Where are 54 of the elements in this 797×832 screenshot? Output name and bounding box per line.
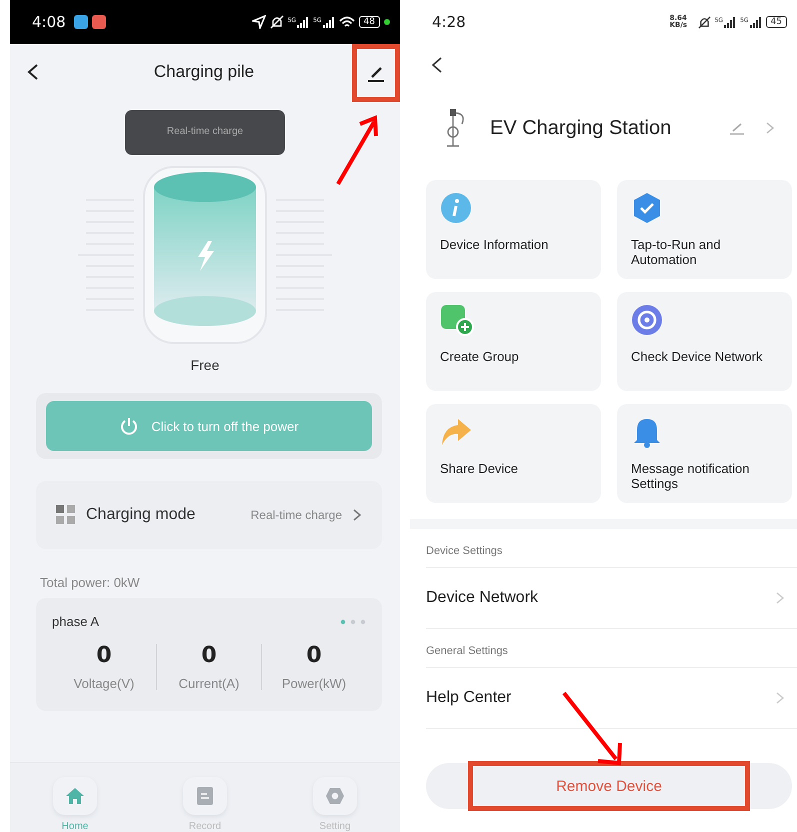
reading-label: Power(kW)	[282, 676, 346, 691]
phase-title: phase A	[52, 614, 99, 629]
signal-icon	[297, 16, 310, 28]
add-group-icon	[440, 304, 474, 336]
home-icon	[65, 787, 85, 805]
section-title: Device Settings	[426, 529, 797, 568]
reading-label: Voltage(V)	[74, 676, 134, 691]
chevron-right-icon	[352, 508, 362, 522]
chevron-right-icon	[775, 591, 785, 605]
app-icon	[74, 15, 88, 29]
settings-icon	[325, 786, 345, 806]
settings-row[interactable]: Help Center	[426, 668, 797, 729]
location-icon	[252, 15, 266, 29]
signal-icon	[724, 16, 736, 28]
page-title: Charging pile	[152, 62, 256, 82]
info-icon	[440, 192, 472, 224]
document-icon	[196, 786, 214, 806]
wifi-icon	[338, 16, 355, 28]
back-icon[interactable]	[26, 63, 40, 81]
settings-row[interactable]: Device Network	[426, 568, 797, 629]
network-icon	[631, 304, 663, 336]
menu-tile[interactable]: Tap-to-Run and Automation	[617, 180, 792, 279]
device-name: EV Charging Station	[490, 116, 672, 140]
tooltip: Real-time charge	[125, 110, 285, 155]
reading-value: 0	[96, 643, 112, 668]
status-time: 4:08	[32, 13, 66, 31]
battery-level: 45	[766, 16, 787, 28]
reading-label: Current(A)	[178, 676, 240, 691]
grid-icon	[56, 505, 76, 525]
battery-level: 48	[358, 16, 380, 28]
charger-status: Free	[190, 357, 220, 373]
charging-mode-row[interactable]: Charging mode Real-time charge	[36, 481, 382, 549]
muted-bell-icon	[270, 15, 284, 29]
checkmark-badge-icon	[631, 192, 663, 224]
reading-value: 0	[201, 643, 217, 668]
menu-tile[interactable]: Create Group	[426, 292, 601, 391]
indicator-dot	[384, 19, 390, 25]
menu-tile[interactable]: Share Device	[426, 404, 601, 503]
menu-tile[interactable]: Check Device Network	[617, 292, 792, 391]
signal-icon	[322, 16, 335, 28]
menu-tile[interactable]: Device Information	[426, 180, 601, 279]
menu-tile[interactable]: Message notification Settings	[617, 404, 792, 503]
muted-bell-icon	[698, 16, 711, 28]
back-icon[interactable]	[430, 56, 444, 74]
charging-mode-value: Real-time charge	[250, 508, 342, 522]
chevron-right-icon	[775, 691, 785, 705]
total-power: Total power: 0kW	[40, 575, 141, 590]
power-icon	[119, 416, 140, 436]
reading-value: 0	[306, 643, 322, 668]
status-time: 4:28	[432, 13, 466, 31]
charging-mode-label: Charging mode	[86, 506, 196, 524]
app-icon	[92, 15, 106, 29]
section-title: General Settings	[426, 629, 797, 668]
signal-icon	[750, 16, 762, 28]
